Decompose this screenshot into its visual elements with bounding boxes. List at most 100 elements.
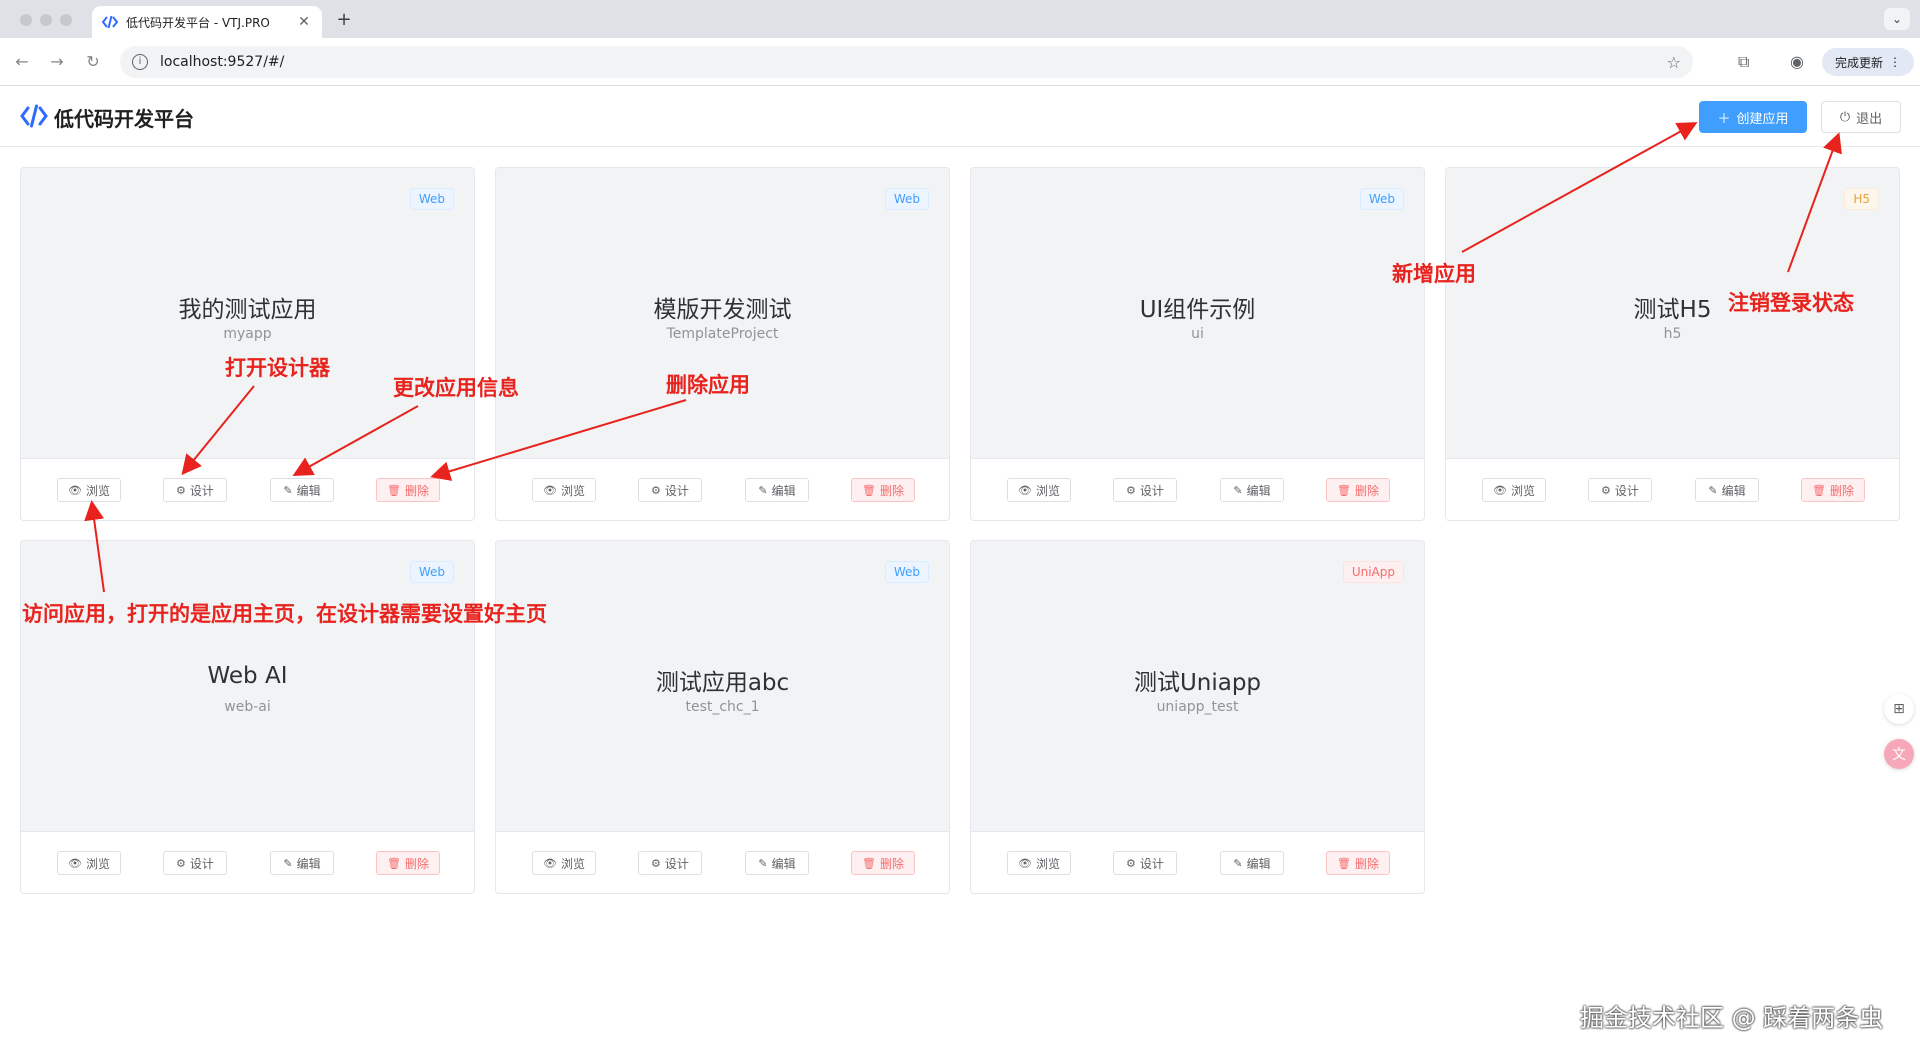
browse-button[interactable]: 👁 浏览 xyxy=(1007,478,1071,502)
app-card: UniApp 测试Uniapp uniapp_test 👁 浏览 ⚙ 设计 ✎ … xyxy=(970,540,1425,894)
app-card: H5 测试H5 h5 👁 浏览 ⚙ 设计 ✎ 编辑 🗑 删除 xyxy=(1445,167,1900,521)
design-button[interactable]: ⚙ 设计 xyxy=(1113,851,1177,875)
delete-label: 删除 xyxy=(404,483,429,498)
design-button[interactable]: ⚙ 设计 xyxy=(1588,478,1652,502)
edit-icon: ✎ xyxy=(1233,483,1243,497)
annotation-visit-app: 访问应用，打开的是应用主页，在设计器需要设置好主页 xyxy=(22,602,547,626)
app-name: 测试Uniapp xyxy=(1133,670,1262,696)
browse-button[interactable]: 👁 浏览 xyxy=(532,478,596,502)
app-code: myapp xyxy=(223,326,272,342)
extensions-icon[interactable]: ⧉ xyxy=(1738,52,1749,72)
logout-label: 退出 xyxy=(1856,111,1883,127)
browse-label: 浏览 xyxy=(1035,483,1060,498)
delete-label: 删除 xyxy=(404,856,429,871)
browse-button[interactable]: 👁 浏览 xyxy=(1007,851,1071,875)
delete-button[interactable]: 🗑 删除 xyxy=(376,851,440,875)
new-tab-icon[interactable]: + xyxy=(333,9,355,30)
app-card-preview[interactable]: Web Web AI web-ai xyxy=(21,541,474,831)
app-name: 测试应用abc xyxy=(655,670,790,696)
app-card-preview[interactable]: Web 我的测试应用 myapp xyxy=(21,168,474,458)
app-card-actions: 👁 浏览 ⚙ 设计 ✎ 编辑 🗑 删除 xyxy=(971,831,1424,893)
site-info-icon[interactable]: i xyxy=(132,54,148,70)
app-code: test_chc_1 xyxy=(685,699,760,715)
gear-icon: ⚙ xyxy=(1601,483,1611,497)
design-button[interactable]: ⚙ 设计 xyxy=(163,478,227,502)
edit-button[interactable]: ✎ 编辑 xyxy=(745,851,809,875)
reload-icon[interactable]: ↻ xyxy=(83,52,103,71)
design-label: 设计 xyxy=(189,856,214,871)
close-icon[interactable]: ✕ xyxy=(296,14,312,30)
browse-button[interactable]: 👁 浏览 xyxy=(57,478,121,502)
design-button[interactable]: ⚙ 设计 xyxy=(638,478,702,502)
gear-icon: ⚙ xyxy=(176,483,186,497)
delete-button[interactable]: 🗑 删除 xyxy=(1326,478,1390,502)
trash-icon: 🗑 xyxy=(1337,856,1351,870)
edit-button[interactable]: ✎ 编辑 xyxy=(270,851,334,875)
trash-icon: 🗑 xyxy=(862,483,876,497)
logo[interactable]: 低代码开发平台 xyxy=(20,103,194,132)
edit-label: 编辑 xyxy=(771,856,796,871)
create-app-button[interactable]: ＋ 创建应用 xyxy=(1699,101,1807,133)
app-card-actions: 👁 浏览 ⚙ 设计 ✎ 编辑 🗑 删除 xyxy=(21,458,474,520)
edit-button[interactable]: ✎ 编辑 xyxy=(1220,851,1284,875)
delete-button[interactable]: 🗑 删除 xyxy=(376,478,440,502)
delete-button[interactable]: 🗑 删除 xyxy=(1801,478,1865,502)
annotation-new-app: 新增应用 xyxy=(1392,262,1476,286)
edit-button[interactable]: ✎ 编辑 xyxy=(1695,478,1759,502)
edit-button[interactable]: ✎ 编辑 xyxy=(745,478,809,502)
app-card-preview[interactable]: Web 测试应用abc test_chc_1 xyxy=(496,541,949,831)
edit-button[interactable]: ✎ 编辑 xyxy=(1220,478,1284,502)
delete-button[interactable]: 🗑 删除 xyxy=(851,851,915,875)
app-type-tag: Web xyxy=(884,188,929,210)
browse-button[interactable]: 👁 浏览 xyxy=(57,851,121,875)
eye-icon: 👁 xyxy=(1493,483,1507,497)
forward-icon[interactable]: → xyxy=(47,52,67,71)
logout-button[interactable]: ⏻ 退出 xyxy=(1821,101,1901,133)
app-card-preview[interactable]: UniApp 测试Uniapp uniapp_test xyxy=(971,541,1424,831)
design-button[interactable]: ⚙ 设计 xyxy=(163,851,227,875)
app-type-tag: UniApp xyxy=(1342,561,1404,583)
edit-label: 编辑 xyxy=(1721,483,1746,498)
browser-tab[interactable]: 低代码开发平台 - VTJ.PRO ✕ xyxy=(92,6,322,38)
app-card-preview[interactable]: Web UI组件示例 ui xyxy=(971,168,1424,458)
browse-button[interactable]: 👁 浏览 xyxy=(1482,478,1546,502)
translate-icon[interactable]: 文 xyxy=(1884,739,1914,769)
delete-button[interactable]: 🗑 删除 xyxy=(1326,851,1390,875)
design-button[interactable]: ⚙ 设计 xyxy=(1113,478,1177,502)
window-minimize-dot[interactable] xyxy=(40,14,52,26)
update-button[interactable]: 完成更新 ⋮ xyxy=(1822,48,1914,76)
app-card-actions: 👁 浏览 ⚙ 设计 ✎ 编辑 🗑 删除 xyxy=(971,458,1424,520)
browse-button[interactable]: 👁 浏览 xyxy=(532,851,596,875)
window-close-dot[interactable] xyxy=(20,14,32,26)
edit-icon: ✎ xyxy=(1708,483,1718,497)
edit-button[interactable]: ✎ 编辑 xyxy=(270,478,334,502)
gear-icon: ⚙ xyxy=(176,856,186,870)
delete-button[interactable]: 🗑 删除 xyxy=(851,478,915,502)
plus-icon: ＋ xyxy=(1717,111,1731,127)
annotation-open-designer: 打开设计器 xyxy=(225,356,330,380)
grid-add-icon[interactable]: ⊞ xyxy=(1884,694,1914,724)
eye-icon: 👁 xyxy=(68,856,82,870)
profile-icon[interactable]: ◉ xyxy=(1790,52,1804,71)
address-bar[interactable]: i localhost:9527/#/ ☆ xyxy=(120,46,1693,78)
app-card-preview[interactable]: Web 模版开发测试 TemplateProject xyxy=(496,168,949,458)
more-menu-icon: ⋮ xyxy=(1889,55,1901,69)
back-icon[interactable]: ← xyxy=(12,52,32,71)
eye-icon: 👁 xyxy=(1018,856,1032,870)
edit-icon: ✎ xyxy=(758,483,768,497)
power-icon: ⏻ xyxy=(1839,109,1851,125)
design-label: 设计 xyxy=(664,483,689,498)
edit-label: 编辑 xyxy=(1246,856,1271,871)
edit-label: 编辑 xyxy=(296,856,321,871)
edit-label: 编辑 xyxy=(771,483,796,498)
design-button[interactable]: ⚙ 设计 xyxy=(638,851,702,875)
browse-label: 浏览 xyxy=(85,483,110,498)
window-zoom-dot[interactable] xyxy=(60,14,72,26)
delete-label: 删除 xyxy=(1354,856,1379,871)
app-type-tag: Web xyxy=(884,561,929,583)
chevron-down-icon[interactable]: ⌄ xyxy=(1884,8,1910,30)
bookmark-star-icon[interactable]: ☆ xyxy=(1667,53,1681,72)
app-card: Web 模版开发测试 TemplateProject 👁 浏览 ⚙ 设计 ✎ 编… xyxy=(495,167,950,521)
browse-label: 浏览 xyxy=(560,856,585,871)
browse-label: 浏览 xyxy=(1035,856,1060,871)
